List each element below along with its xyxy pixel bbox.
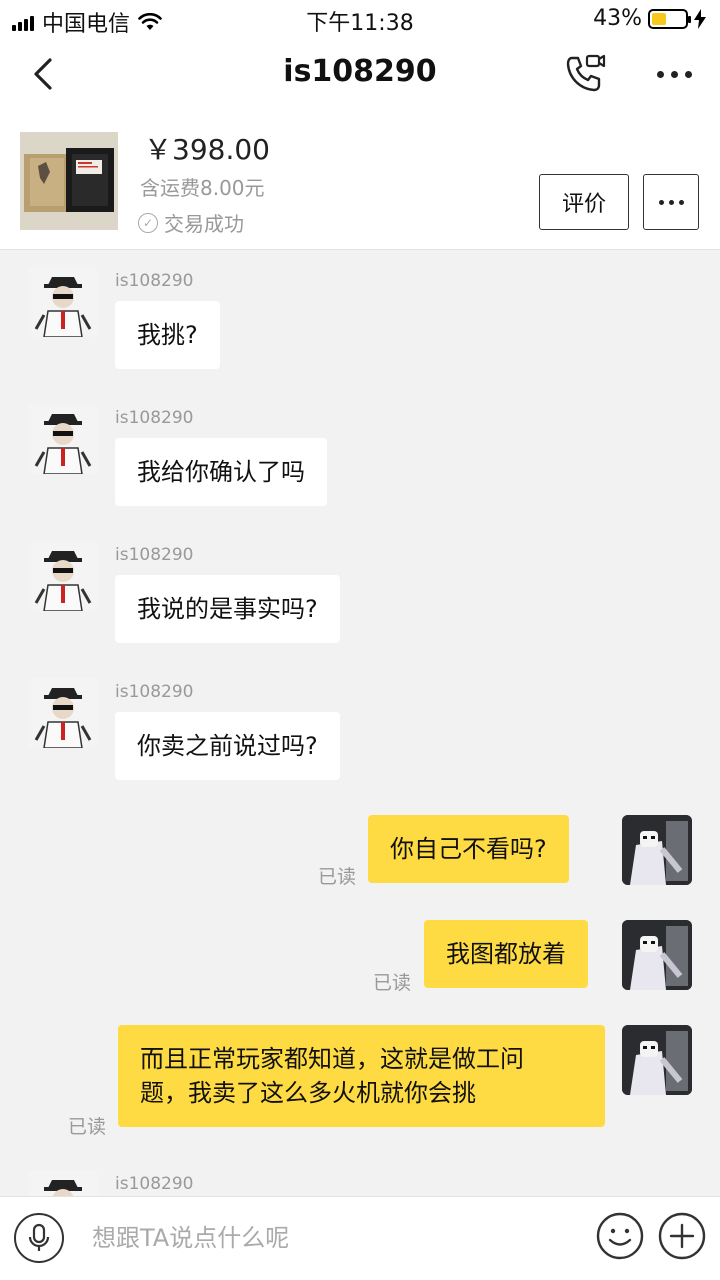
status-bar: 中国电信 下午11:38 43% — [0, 0, 720, 37]
message-bubble[interactable]: 我给你确认了吗 — [115, 438, 327, 506]
shipping-fee: 含运费8.00元 — [140, 176, 265, 200]
review-button[interactable]: 评价 — [539, 174, 629, 230]
read-receipt: 已读 — [373, 972, 412, 994]
product-image[interactable] — [20, 132, 118, 230]
message-bubble[interactable]: 我说的是事实吗? — [115, 575, 340, 643]
sender-name: is108290 — [115, 1174, 194, 1194]
product-card[interactable]: ￥398.00 含运费8.00元 ✓ 交易成功 评价 — [0, 112, 720, 250]
check-circle-icon: ✓ — [138, 212, 158, 233]
read-receipt: 已读 — [68, 1116, 107, 1138]
charging-bolt-icon — [694, 8, 706, 29]
my-avatar[interactable] — [622, 1025, 692, 1095]
battery-percent: 43% — [593, 6, 642, 31]
battery-icon — [648, 8, 691, 29]
emoji-button[interactable] — [595, 1211, 645, 1261]
more-dots-icon — [656, 70, 664, 78]
nav-bar: is108290 — [0, 36, 720, 112]
smiley-icon — [596, 1212, 644, 1260]
chat-area[interactable]: is108290 我挑? is108290 我给你确认了吗 is108290 我… — [0, 250, 720, 1196]
chat-title: is108290 — [283, 54, 437, 89]
order-more-button[interactable] — [643, 174, 699, 230]
trade-status: ✓ 交易成功 — [138, 208, 244, 237]
sender-avatar[interactable] — [28, 404, 98, 474]
phone-video-icon — [566, 54, 606, 92]
message-input[interactable] — [84, 1211, 564, 1265]
plus-icon — [658, 1212, 706, 1260]
chevron-left-icon — [34, 58, 52, 90]
sender-name: is108290 — [115, 271, 194, 291]
message-bubble[interactable]: 而且正常玩家都知道，这就是做工问 题，我卖了这么多火机就你会挑 — [118, 1025, 605, 1127]
sender-avatar[interactable] — [28, 267, 98, 337]
call-button[interactable] — [560, 50, 608, 98]
back-button[interactable] — [24, 52, 68, 96]
sender-avatar[interactable] — [28, 1170, 98, 1196]
my-avatar[interactable] — [622, 815, 692, 885]
more-button[interactable] — [648, 54, 700, 94]
message-bubble[interactable]: 你自己不看吗? — [368, 815, 569, 883]
message-bubble[interactable]: 你卖之前说过吗? — [115, 712, 340, 780]
read-receipt: 已读 — [318, 866, 357, 888]
sender-avatar[interactable] — [28, 541, 98, 611]
sender-name: is108290 — [115, 682, 194, 702]
my-avatar[interactable] — [622, 920, 692, 990]
more-dots-icon — [658, 199, 664, 205]
microphone-icon — [28, 1223, 50, 1251]
sender-name: is108290 — [115, 545, 194, 565]
trade-status-label: 交易成功 — [164, 212, 244, 236]
message-bubble[interactable]: 我图都放着 — [424, 920, 588, 988]
sender-avatar[interactable] — [28, 678, 98, 748]
sender-name: is108290 — [115, 408, 194, 428]
message-bubble[interactable]: 我挑? — [115, 301, 220, 369]
add-attachment-button[interactable] — [657, 1211, 707, 1261]
voice-button[interactable] — [14, 1213, 64, 1263]
product-price: ￥398.00 — [144, 133, 270, 166]
input-bar — [0, 1196, 720, 1280]
